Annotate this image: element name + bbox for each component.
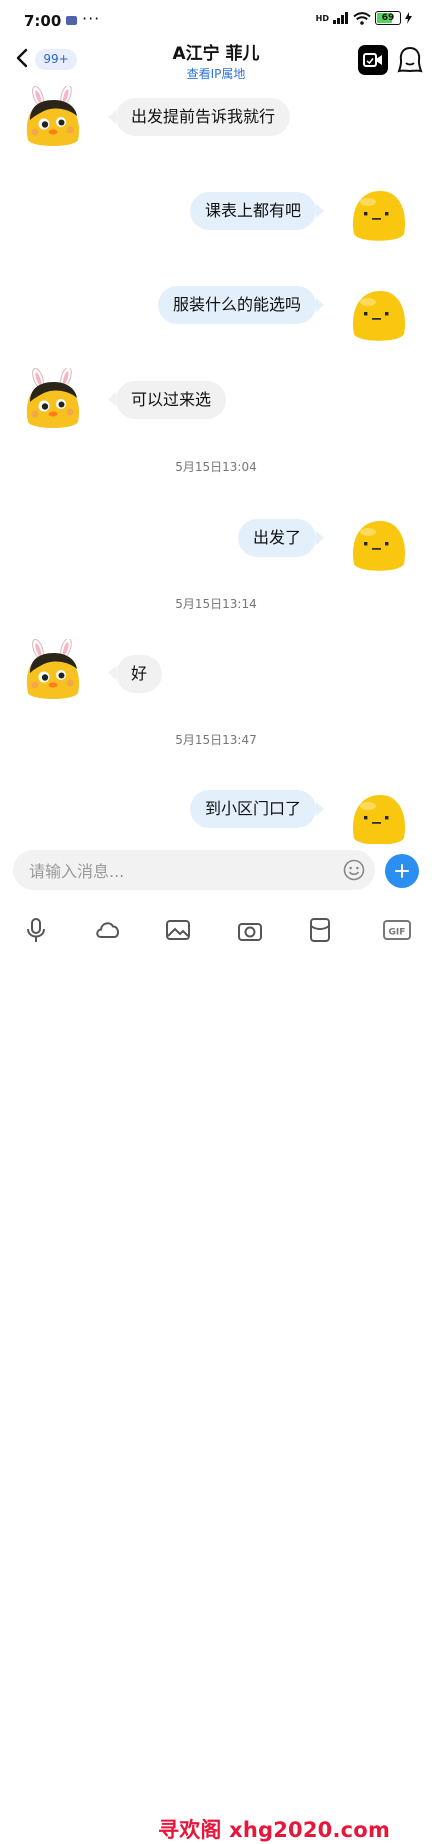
more-actions-button[interactable] bbox=[385, 854, 419, 888]
battery-icon: 69 bbox=[375, 11, 401, 25]
contact-avatar[interactable] bbox=[22, 86, 84, 148]
charging-icon bbox=[405, 12, 412, 24]
video-call-icon bbox=[363, 53, 382, 67]
message-notification-icon bbox=[66, 16, 77, 25]
red-packet-icon[interactable] bbox=[306, 916, 334, 944]
message-timestamp: 5月15日13:04 bbox=[175, 460, 257, 474]
message-input[interactable] bbox=[27, 850, 331, 892]
cloud-icon[interactable] bbox=[94, 916, 122, 944]
contact-avatar[interactable] bbox=[22, 639, 84, 701]
image-icon[interactable] bbox=[164, 916, 192, 944]
status-time: 7:00 bbox=[24, 12, 62, 30]
video-call-button[interactable] bbox=[358, 45, 388, 75]
bubble-tail bbox=[108, 666, 116, 680]
message-list[interactable]: 出发提前告诉我就行 课表上都有吧 服装什么的能选吗 可以过来选 5月15日13:… bbox=[0, 86, 432, 844]
message-bubble-received[interactable]: 可以过来选 bbox=[116, 381, 227, 419]
status-indicators: HD 69 bbox=[316, 11, 412, 25]
message-timestamp: 5月15日13:14 bbox=[175, 597, 257, 611]
emoji-icon[interactable] bbox=[343, 859, 365, 881]
message-timestamp: 5月15日13:47 bbox=[175, 733, 257, 747]
battery-level: 69 bbox=[381, 13, 395, 23]
message-input-container[interactable] bbox=[13, 850, 375, 892]
self-avatar[interactable] bbox=[348, 282, 410, 344]
network-hd-label: HD bbox=[315, 13, 329, 23]
message-bubble-sent[interactable]: 课表上都有吧 bbox=[189, 192, 316, 230]
svg-text:GIF: GIF bbox=[389, 928, 406, 938]
more-notifications-icon: ··· bbox=[82, 9, 101, 28]
contact-avatar[interactable] bbox=[22, 368, 84, 430]
message-input-bar bbox=[0, 844, 432, 896]
message-bubble-sent[interactable]: 出发了 bbox=[237, 519, 316, 557]
wifi-icon bbox=[353, 11, 371, 25]
camera-icon[interactable] bbox=[236, 916, 264, 944]
profile-icon[interactable] bbox=[397, 45, 423, 75]
watermark: 寻欢阁 xhg2020.com bbox=[158, 1818, 391, 1842]
bubble-tail bbox=[316, 802, 324, 816]
bubble-tail bbox=[316, 531, 324, 545]
mic-icon[interactable] bbox=[22, 916, 50, 944]
bubble-tail bbox=[316, 298, 324, 312]
message-bubble-sent[interactable]: 服装什么的能选吗 bbox=[157, 286, 316, 324]
chat-header: 99+ A江宁 菲儿 查看IP属地 bbox=[0, 34, 432, 86]
self-avatar[interactable] bbox=[348, 512, 410, 574]
message-bubble-sent[interactable]: 到小区门口了 bbox=[189, 790, 316, 828]
bubble-tail bbox=[108, 392, 116, 406]
gif-icon[interactable]: GIF bbox=[382, 916, 412, 944]
input-toolbar: GIF 寻欢阁 xhg2020.com bbox=[0, 900, 432, 1842]
bubble-tail bbox=[316, 204, 324, 218]
self-avatar[interactable] bbox=[348, 786, 410, 848]
cell-signal-icon bbox=[333, 12, 348, 24]
message-bubble-received[interactable]: 出发提前告诉我就行 bbox=[116, 98, 291, 136]
self-avatar[interactable] bbox=[348, 182, 410, 244]
message-bubble-received[interactable]: 好 bbox=[116, 655, 163, 693]
bubble-tail bbox=[108, 110, 116, 124]
